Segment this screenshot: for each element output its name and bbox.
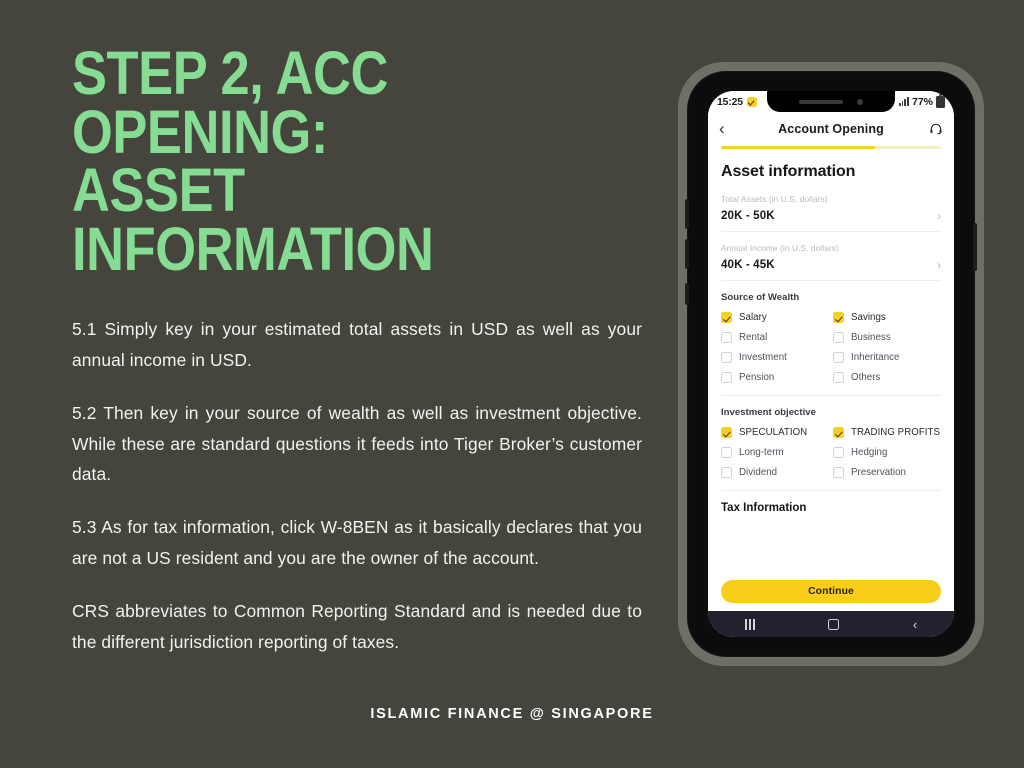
checkbox-checked-icon[interactable] — [833, 312, 844, 323]
section-title: Asset information — [721, 163, 856, 180]
checkbox-checked-icon[interactable] — [721, 312, 732, 323]
source-of-wealth-option[interactable]: Pension — [721, 372, 829, 383]
asset-information-form: Asset information Total Assets (in U.S. … — [708, 149, 954, 611]
volume-down-button[interactable] — [685, 239, 689, 269]
source-of-wealth-option[interactable]: Savings — [833, 312, 941, 323]
battery-icon — [936, 93, 945, 108]
continue-button[interactable]: Continue — [721, 580, 941, 603]
check-badge-icon — [746, 96, 757, 107]
status-bar-left: 15:25 — [717, 96, 757, 108]
source-of-wealth-option[interactable]: Rental — [721, 332, 829, 343]
divider — [721, 395, 941, 396]
nav-back-icon[interactable]: ‹ — [913, 618, 917, 631]
earpiece-speaker-icon — [799, 99, 843, 104]
cta-bar: Continue — [708, 573, 954, 611]
body-paragraph: CRS abbreviates to Common Reporting Stan… — [72, 600, 642, 652]
checkbox-icon[interactable] — [721, 447, 732, 458]
recents-icon[interactable] — [744, 618, 755, 630]
checkbox-label: Others — [851, 372, 881, 383]
divider — [721, 490, 941, 491]
checkbox-icon[interactable] — [721, 372, 732, 383]
source-of-wealth-option[interactable]: Others — [833, 372, 941, 383]
checkbox-icon[interactable] — [833, 467, 844, 478]
checkbox-label: Long-term — [739, 447, 784, 458]
assistant-button[interactable] — [685, 283, 689, 305]
checkbox-checked-icon[interactable] — [833, 427, 844, 438]
investment-objective-option[interactable]: SPECULATION — [721, 427, 829, 438]
volume-up-button[interactable] — [685, 199, 689, 229]
checkbox-icon[interactable] — [721, 332, 732, 343]
field-row[interactable]: 20K - 50K › — [721, 209, 941, 232]
body-paragraph: 5.3 As for tax information, click W-8BEN… — [72, 517, 642, 568]
home-icon[interactable] — [828, 618, 840, 630]
body-paragraph: 5.1 Simply key in your estimated total a… — [72, 319, 642, 370]
checkbox-icon[interactable] — [833, 447, 844, 458]
total-assets-field[interactable]: Total Assets (in U.S. dollars) 20K - 50K… — [721, 194, 941, 232]
checkbox-icon[interactable] — [721, 352, 732, 363]
investment-objective-option[interactable]: Hedging — [833, 447, 941, 458]
source-of-wealth-option[interactable]: Investment — [721, 352, 829, 363]
checkbox-label: Dividend — [739, 467, 778, 478]
tax-information-title: Tax Information — [721, 502, 807, 514]
checkbox-label: Rental — [739, 332, 768, 343]
checkbox-icon[interactable] — [833, 352, 844, 363]
field-row[interactable]: 40K - 45K › — [721, 258, 941, 281]
checkbox-label: Salary — [739, 312, 767, 323]
investment-objective-options: SPECULATION TRADING PROFITS Long-term Hedgi… — [721, 427, 941, 478]
checkbox-label: Preservation — [851, 467, 906, 478]
checkbox-checked-icon[interactable] — [721, 427, 732, 438]
source-of-wealth-title: Source of Wealth — [721, 292, 800, 303]
field-label: Total Assets (in U.S. dollars) — [721, 194, 828, 204]
slide-footer: ISLAMIC FINANCE @ SINGAPORE — [370, 706, 654, 722]
chevron-right-icon: › — [937, 208, 941, 223]
front-camera-icon — [857, 98, 863, 105]
status-bar-right: 77% — [898, 93, 945, 108]
field-label: Annual Income (in U.S. dollars) — [721, 243, 839, 253]
slide-text-column: STEP 2, ACC OPENING: ASSET INFORMATION 5… — [72, 39, 642, 657]
app-header: ‹ Account Opening — [708, 112, 954, 145]
checkbox-icon[interactable] — [833, 332, 844, 343]
investment-objective-option[interactable]: Preservation — [833, 467, 941, 478]
checkbox-label: SPECULATION — [739, 427, 808, 438]
investment-objective-title: Investment objective — [721, 407, 816, 418]
checkbox-label: Savings — [851, 312, 886, 323]
checkbox-label: Business — [851, 332, 891, 343]
investment-objective-option[interactable]: TRADING PROFITS — [833, 427, 941, 438]
chevron-right-icon: › — [937, 257, 941, 272]
annual-income-field[interactable]: Annual Income (in U.S. dollars) 40K - 45… — [721, 243, 941, 281]
checkbox-label: Inheritance — [851, 352, 900, 363]
checkbox-icon[interactable] — [721, 467, 732, 478]
phone-mockup: 15:25 77% ‹ Account Opening Asset inform… — [678, 62, 984, 666]
display-notch — [767, 91, 895, 112]
power-button[interactable] — [973, 223, 977, 271]
checkbox-label: Investment — [739, 352, 787, 363]
source-of-wealth-options: Salary Savings Rental Business Investment Inh… — [721, 312, 941, 383]
checkbox-label: TRADING PROFITS — [851, 427, 941, 438]
investment-objective-option[interactable]: Long-term — [721, 447, 829, 458]
source-of-wealth-option[interactable]: Inheritance — [833, 352, 941, 363]
field-value: 20K - 50K — [721, 209, 775, 222]
phone-screen: 15:25 77% ‹ Account Opening Asset inform… — [708, 91, 954, 637]
page-title: STEP 2, ACC OPENING: ASSET INFORMATION — [72, 39, 434, 283]
android-nav-bar: ‹ — [708, 611, 954, 637]
body-paragraph: 5.2 Then key in your source of wealth as… — [72, 402, 642, 485]
headset-icon[interactable] — [923, 122, 943, 136]
field-value: 40K - 45K — [721, 258, 775, 271]
checkbox-label: Pension — [739, 372, 775, 383]
signal-bars-icon — [898, 97, 909, 106]
source-of-wealth-option[interactable]: Business — [833, 332, 941, 343]
source-of-wealth-option[interactable]: Salary — [721, 312, 829, 323]
body-paragraphs: 5.1 Simply key in your estimated total a… — [72, 314, 642, 657]
back-icon[interactable]: ‹ — [719, 120, 739, 137]
checkbox-icon[interactable] — [833, 372, 844, 383]
checkbox-label: Hedging — [851, 447, 888, 458]
battery-percent-text: 77% — [911, 95, 933, 108]
investment-objective-option[interactable]: Dividend — [721, 467, 829, 478]
clock-text: 15:25 — [717, 95, 743, 108]
app-header-title: Account Opening — [778, 121, 884, 136]
phone-body: 15:25 77% ‹ Account Opening Asset inform… — [685, 71, 977, 657]
